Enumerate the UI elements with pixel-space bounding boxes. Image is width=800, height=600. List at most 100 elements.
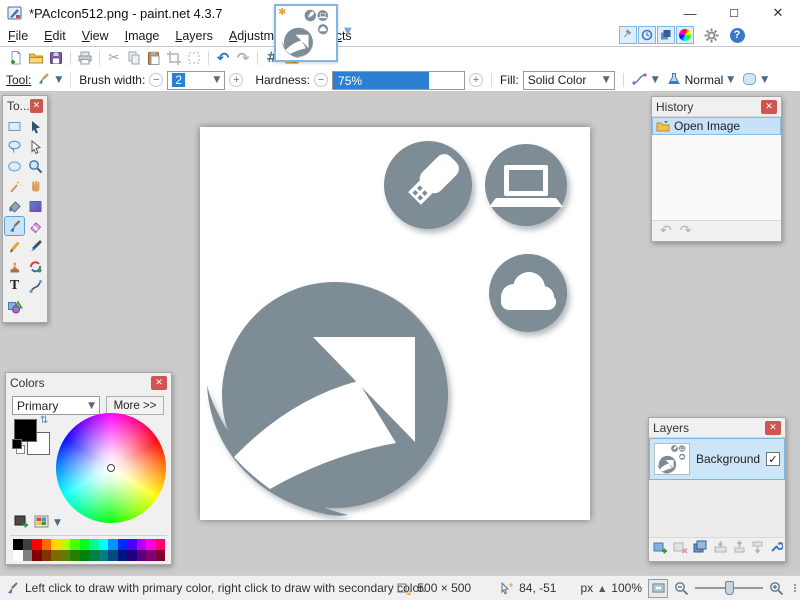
palette-swatch[interactable] xyxy=(70,550,80,561)
unit-selector-arrow[interactable]: ▲ xyxy=(599,584,605,593)
zoom-out-icon[interactable] xyxy=(674,581,689,596)
add-layer-icon[interactable] xyxy=(653,540,669,557)
copy-icon[interactable] xyxy=(124,49,144,67)
tool-magic-wand[interactable] xyxy=(4,176,25,196)
history-redo-icon[interactable]: ↷ xyxy=(680,223,692,239)
image-list-chevron-icon[interactable]: ▼ xyxy=(344,26,352,37)
palette-swatch[interactable] xyxy=(79,539,89,550)
color-mode-combo[interactable]: Primary ▼ xyxy=(12,396,100,415)
current-tool-brush-icon[interactable] xyxy=(35,72,51,89)
tool-color-picker[interactable] xyxy=(25,236,46,256)
menu-item-image[interactable]: Image xyxy=(117,27,168,45)
palette-dropdown-arrow[interactable]: ▼ xyxy=(54,518,61,528)
image-tab[interactable]: ✱ xyxy=(274,4,338,62)
brush-width-increase-button[interactable]: + xyxy=(229,73,244,87)
palette-swatch[interactable] xyxy=(51,550,61,561)
palette-swatch[interactable] xyxy=(41,539,51,550)
palette-swatch[interactable] xyxy=(127,550,137,561)
fill-style-combo[interactable]: Solid Color ▼ xyxy=(522,70,615,90)
resize-grip[interactable] xyxy=(794,584,796,592)
brush-width-decrease-button[interactable]: − xyxy=(149,73,164,87)
maximize-button[interactable]: ☐ xyxy=(712,0,756,26)
merge-down-icon[interactable] xyxy=(713,540,729,557)
palette-swatch[interactable] xyxy=(60,550,70,561)
tool-rectangle-select[interactable] xyxy=(4,116,25,136)
move-layer-down-icon[interactable] xyxy=(751,540,765,557)
tools-toggle-icon[interactable] xyxy=(619,26,637,44)
palette-swatch[interactable] xyxy=(136,539,146,550)
layers-panel-titlebar[interactable]: Layers ✕ xyxy=(649,418,785,437)
palette-swatch[interactable] xyxy=(22,550,32,561)
undo-icon[interactable]: ↶ xyxy=(213,49,233,67)
layers-panel-close-icon[interactable]: ✕ xyxy=(765,420,781,435)
palette-swatch[interactable] xyxy=(98,539,108,550)
swap-colors-icon[interactable]: ⇅ xyxy=(40,415,48,426)
hardness-slider[interactable]: 75% xyxy=(332,70,466,90)
palette-swatch[interactable] xyxy=(98,550,108,561)
small-primary-swatch[interactable] xyxy=(12,439,22,449)
fit-to-window-button[interactable] xyxy=(648,578,668,598)
add-color-icon[interactable] xyxy=(14,515,29,531)
palette-swatch[interactable] xyxy=(79,550,89,561)
layer-properties-icon[interactable] xyxy=(769,540,784,557)
brush-width-combo[interactable]: 2 ▼ xyxy=(167,70,226,90)
deselect-icon[interactable] xyxy=(184,49,204,67)
palette-swatch[interactable] xyxy=(89,539,99,550)
color-wheel[interactable] xyxy=(56,413,166,523)
unit-selector[interactable]: px xyxy=(580,581,593,595)
palette-swatch[interactable] xyxy=(146,550,156,561)
layers-toggle-icon[interactable] xyxy=(657,26,675,44)
tools-panel-close-icon[interactable]: ✕ xyxy=(29,98,43,113)
menu-item-edit[interactable]: Edit xyxy=(36,27,74,45)
paste-icon[interactable] xyxy=(144,49,164,67)
move-layer-up-icon[interactable] xyxy=(733,540,747,557)
palette-swatches[interactable] xyxy=(13,539,166,561)
history-panel-titlebar[interactable]: History ✕ xyxy=(652,97,781,116)
history-panel-close-icon[interactable]: ✕ xyxy=(761,99,777,114)
tool-pan[interactable] xyxy=(25,176,46,196)
hardness-increase-button[interactable]: + xyxy=(469,73,484,87)
menu-item-layers[interactable]: Layers xyxy=(167,27,221,45)
layer-visible-checkbox[interactable]: ✓ xyxy=(766,452,780,466)
menu-item-view[interactable]: View xyxy=(74,27,117,45)
palette-swatch[interactable] xyxy=(32,550,42,561)
selection-mode-dropdown-arrow[interactable]: ▼ xyxy=(761,75,768,85)
palette-swatch[interactable] xyxy=(22,539,32,550)
palette-swatch[interactable] xyxy=(146,539,156,550)
palette-swatch[interactable] xyxy=(117,550,127,561)
help-icon[interactable]: ? xyxy=(728,26,746,44)
antialiasing-dropdown-arrow[interactable]: ▼ xyxy=(652,75,659,85)
palette-swatch[interactable] xyxy=(127,539,137,550)
tool-line-curve[interactable] xyxy=(25,276,46,296)
selection-mode-icon[interactable] xyxy=(742,72,757,89)
tool-paint-bucket[interactable] xyxy=(4,196,25,216)
palette-swatch[interactable] xyxy=(41,550,51,561)
zoom-in-icon[interactable] xyxy=(769,581,784,596)
palette-swatch[interactable] xyxy=(108,539,118,550)
cut-icon[interactable]: ✂ xyxy=(104,49,124,67)
palette-swatch[interactable] xyxy=(108,550,118,561)
tool-ellipse-select[interactable] xyxy=(4,156,25,176)
tool-zoom[interactable] xyxy=(25,156,46,176)
palette-swatch[interactable] xyxy=(13,550,23,561)
tool-move-selection[interactable] xyxy=(25,136,46,156)
delete-layer-icon[interactable] xyxy=(673,540,689,557)
crop-icon[interactable] xyxy=(164,49,184,67)
zoom-slider-thumb[interactable] xyxy=(725,581,734,595)
history-toggle-icon[interactable] xyxy=(638,26,656,44)
palette-swatch[interactable] xyxy=(155,539,165,550)
blend-mode-flask-icon[interactable] xyxy=(667,72,681,89)
settings-gear-icon[interactable] xyxy=(702,26,720,44)
close-button[interactable]: ✕ xyxy=(756,0,800,26)
tool-recolor[interactable] xyxy=(25,256,46,276)
history-undo-icon[interactable]: ↶ xyxy=(660,223,672,239)
palette-swatch[interactable] xyxy=(32,539,42,550)
menu-item-file[interactable]: File xyxy=(0,27,36,45)
new-file-icon[interactable] xyxy=(6,49,26,67)
colors-panel-close-icon[interactable]: ✕ xyxy=(151,375,167,390)
palette-swatch[interactable] xyxy=(89,550,99,561)
palette-swatch[interactable] xyxy=(136,550,146,561)
blend-mode-value[interactable]: Normal xyxy=(685,73,724,87)
palette-swatch[interactable] xyxy=(117,539,127,550)
blend-mode-dropdown-arrow[interactable]: ▼ xyxy=(727,75,734,85)
